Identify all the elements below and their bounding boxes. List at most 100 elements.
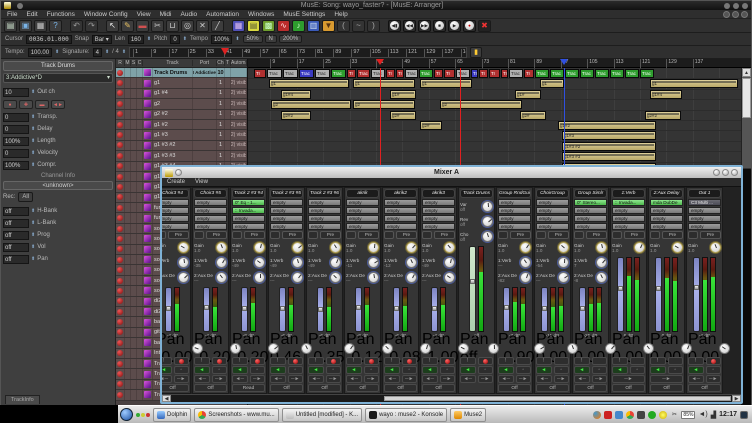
drum-part[interactable]: Trac	[283, 69, 298, 78]
main-titlebar[interactable]: MusE: Song: wayo_faster? - [MusE: Arrang…	[1, 1, 751, 10]
new-file-icon[interactable]: ▤	[4, 20, 17, 32]
track-channel[interactable]: 1	[217, 110, 225, 119]
knob-value[interactable]: 7	[574, 263, 596, 268]
mute-button[interactable]: !	[422, 357, 438, 365]
effect-slot[interactable]: empty	[194, 215, 227, 222]
pager-icon[interactable]	[136, 413, 150, 417]
output-route-button[interactable]: ─►	[212, 375, 228, 383]
automation-mode-button[interactable]: Off	[308, 384, 341, 392]
record-arm-cell[interactable]	[116, 68, 125, 77]
gain-knob[interactable]	[330, 242, 341, 253]
input-route-button[interactable]: ◄─	[162, 375, 172, 383]
to-start-button[interactable]: ◀▮	[388, 20, 401, 32]
solo-button[interactable]: ◄	[536, 366, 552, 374]
record-button[interactable]	[630, 357, 646, 365]
mixer-menu-view[interactable]: View	[195, 179, 208, 185]
menu-window-config[interactable]: Window Config	[84, 11, 128, 18]
mixer-titlebar[interactable]: Mixer A	[162, 167, 741, 178]
gain-knob[interactable]	[672, 242, 683, 253]
automation-mode-button[interactable]: Off	[422, 384, 455, 392]
track-name[interactable]: g1 #3	[153, 130, 193, 139]
input-route-button[interactable]: ◄─	[270, 375, 286, 383]
solo-button[interactable]: ◄	[232, 366, 248, 374]
effect-slot[interactable]: empty	[384, 207, 417, 214]
drum-part[interactable]: Tr	[254, 69, 266, 78]
drum-part[interactable]: Tr	[386, 69, 395, 78]
effect-slot[interactable]: empty	[536, 199, 569, 206]
zoom-50pct[interactable]: 50%	[243, 35, 263, 43]
automation-mode-button[interactable]: Off	[688, 384, 721, 392]
arranger-ruler[interactable]: 91725334149576573818997105113121129137	[248, 59, 751, 68]
effect-slot[interactable]: empty	[162, 223, 189, 230]
effect-slot[interactable]: empty	[384, 223, 417, 230]
track-name[interactable]: g1 #4	[153, 89, 193, 98]
volume-fader[interactable]	[693, 257, 700, 332]
effect-slot[interactable]: empty	[574, 207, 607, 214]
stereo-button[interactable]: ▫	[402, 366, 418, 374]
transport-ruler[interactable]: 1917253341495765738189971051131211291371…	[129, 47, 467, 58]
midi-part[interactable]: g2#	[390, 111, 416, 120]
position-marker[interactable]	[221, 48, 229, 55]
auxde-knob[interactable]	[330, 272, 341, 283]
input-route-button[interactable]: ◄─	[460, 375, 476, 383]
spin-compr-spinner[interactable]: ⬍	[31, 162, 35, 168]
strip-name[interactable]: Track 2 #3 #4	[232, 189, 265, 198]
gain-knob[interactable]	[406, 242, 417, 253]
effect-slot[interactable]: empty	[232, 223, 265, 230]
effect-slot[interactable]: :: Invada...	[232, 207, 265, 214]
spin-outch-spinner[interactable]: ⬍	[31, 89, 35, 95]
spin-hbank-value[interactable]: off	[3, 207, 29, 216]
spin-outch-value[interactable]: 10	[3, 88, 29, 97]
knob-value[interactable]: ---	[232, 278, 254, 283]
effect-slot[interactable]: empty	[308, 223, 341, 230]
spin-transp-value[interactable]: 0	[3, 113, 29, 122]
record-arm-cell[interactable]	[116, 89, 125, 98]
record-arm-cell[interactable]	[116, 203, 125, 212]
solo-button[interactable]: ◄	[422, 366, 438, 374]
record-dot-icon[interactable]	[117, 163, 123, 169]
midi-part[interactable]: g1	[650, 79, 738, 88]
tempo-value-spinner[interactable]: ⬍	[55, 49, 59, 55]
track-row[interactable]: g210(2) visible	[116, 99, 247, 109]
effect-slot[interactable]: empty	[270, 199, 303, 206]
drum-part[interactable]: Trac	[299, 69, 314, 78]
spin-vol-value[interactable]: off	[3, 243, 29, 252]
track-port[interactable]	[193, 110, 217, 119]
record-dot-icon[interactable]	[117, 309, 123, 315]
drum-part[interactable]: Tr	[489, 69, 500, 78]
drum-part[interactable]: Trac	[509, 69, 523, 78]
knob-value[interactable]: 1.0	[194, 248, 216, 253]
input-route-button[interactable]: ◄─	[308, 375, 324, 383]
effect-slot[interactable]: empty	[346, 215, 379, 222]
record-arm-cell[interactable]	[116, 359, 125, 368]
punch-out-icon[interactable]: )	[367, 20, 380, 32]
strip-name[interactable]: akrik2	[384, 189, 417, 198]
stereo-route-button[interactable]	[612, 231, 622, 239]
effect-slot[interactable]: empty	[688, 215, 721, 222]
tempo-scale-value[interactable]: 100%	[211, 35, 232, 44]
record-arm-cell[interactable]	[116, 110, 125, 119]
effect-slot[interactable]: empty	[194, 199, 227, 206]
fader-handle[interactable]	[470, 279, 475, 284]
automation-mode-button[interactable]: Read	[232, 384, 265, 392]
stereo-route-button[interactable]	[422, 231, 432, 239]
midi-part[interactable]: g1	[420, 79, 472, 88]
auxde-knob[interactable]	[216, 272, 227, 283]
drum-part[interactable]: Tr	[501, 69, 508, 78]
scroll-handle[interactable]	[384, 396, 731, 401]
automation-mode-button[interactable]: Off	[498, 384, 531, 392]
effect-slot[interactable]: C3 Multi ...	[688, 199, 721, 206]
stereo-route-button[interactable]	[498, 231, 508, 239]
pre-button[interactable]: Pre	[662, 231, 683, 239]
track-automation[interactable]: 0(2) visible	[231, 89, 247, 98]
strip-name[interactable]: Track 2 #3 #5	[270, 189, 303, 198]
strip-name[interactable]: Out 1	[688, 189, 721, 198]
output-route-button[interactable]: ─►	[364, 375, 380, 383]
track-row[interactable]: g2 #210(2) visible	[116, 110, 247, 120]
list-editor-icon[interactable]: ▤	[247, 20, 260, 32]
stereo-route-button[interactable]	[688, 231, 698, 239]
loop-icon[interactable]: ~	[352, 20, 365, 32]
pre-button[interactable]: Pre	[244, 231, 265, 239]
drum-part[interactable]: Trac	[371, 69, 385, 78]
auxde-knob[interactable]	[368, 272, 379, 283]
